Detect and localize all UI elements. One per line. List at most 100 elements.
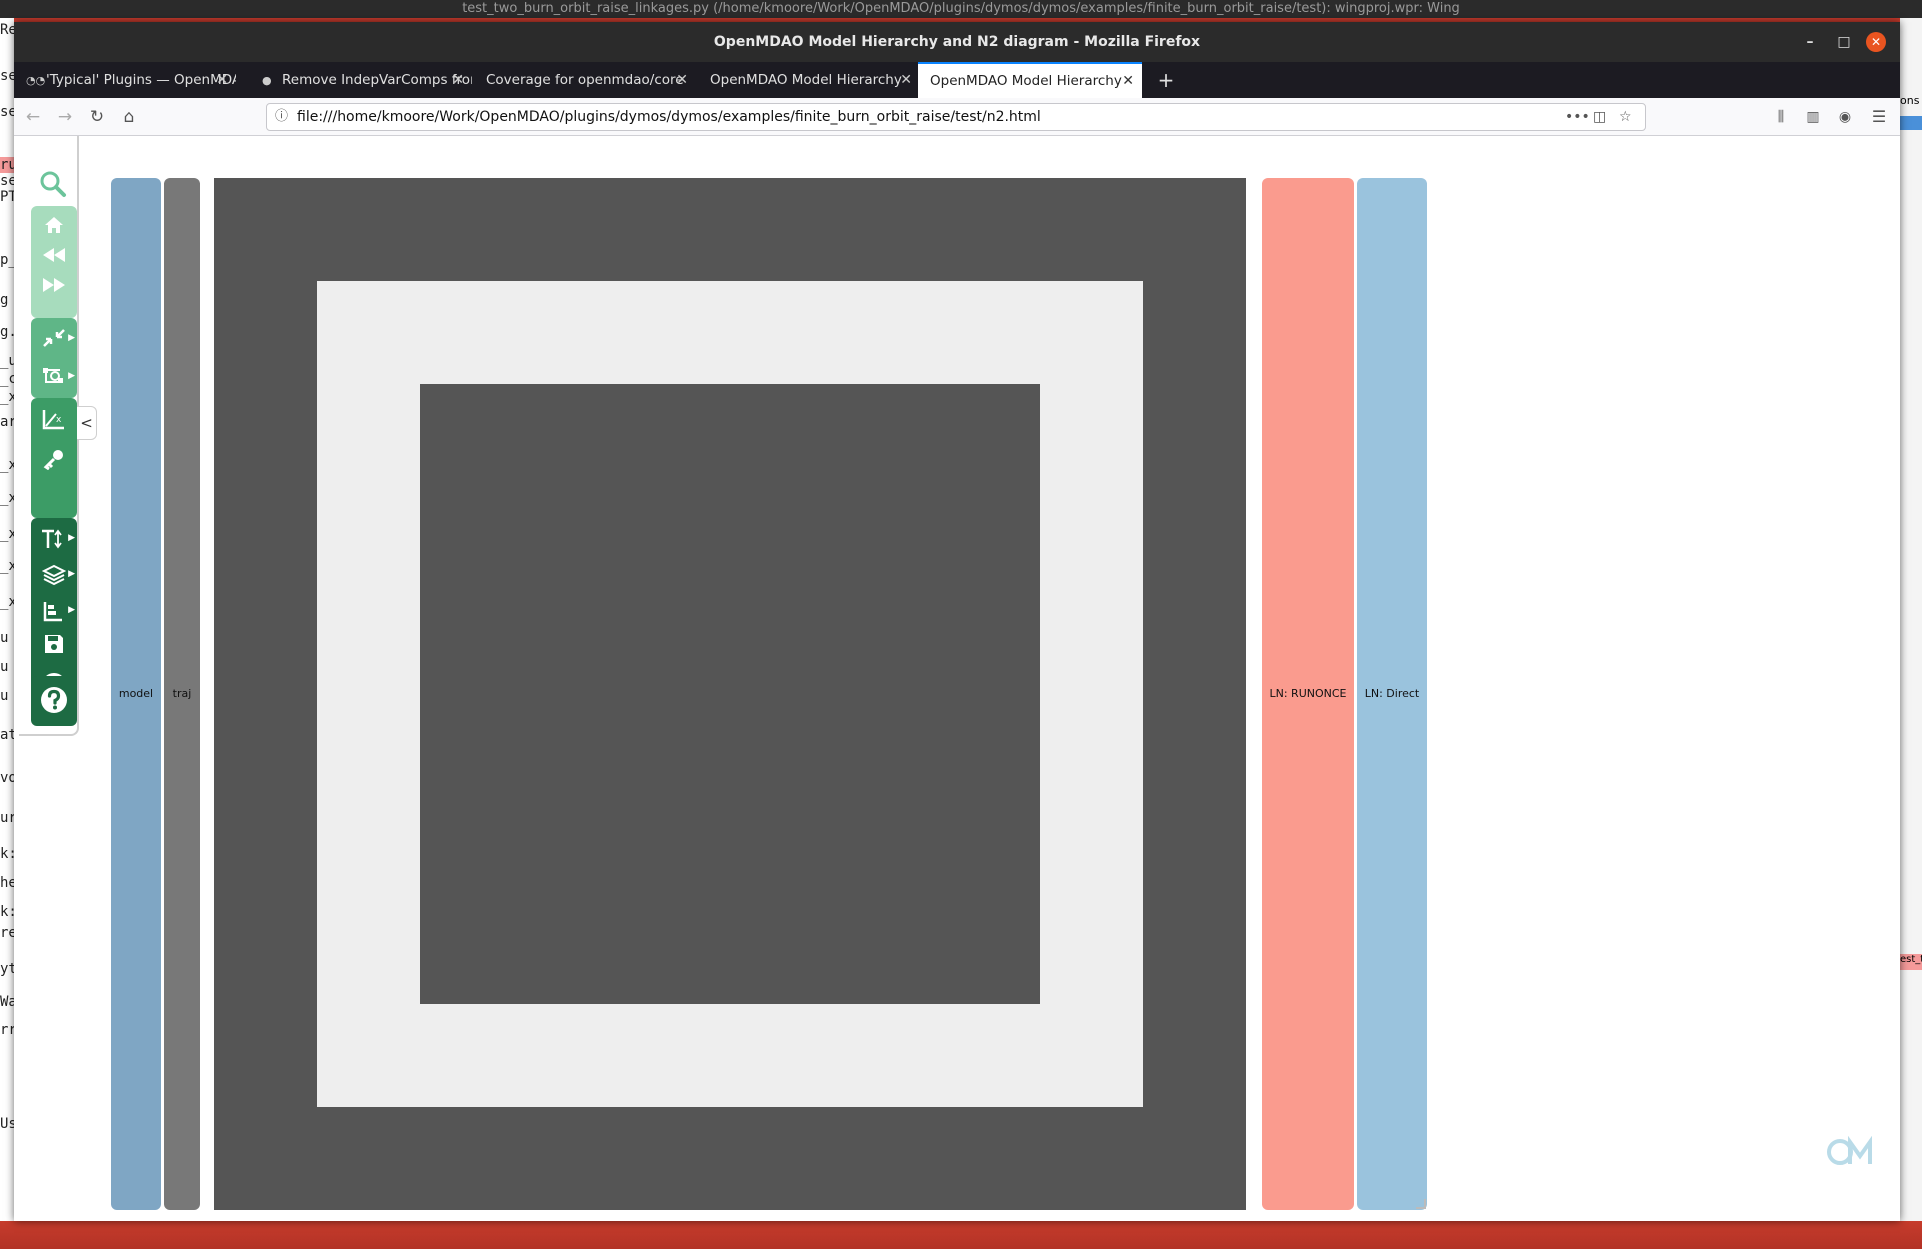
- connections-icon[interactable]: ▶: [31, 366, 77, 391]
- tab-label: OpenMDAO Model Hierarchy: [930, 73, 1122, 89]
- hamburger-menu-icon[interactable]: ☰: [1864, 98, 1894, 136]
- ide-code-fragment: PT: [0, 189, 14, 205]
- help-group: [31, 676, 77, 726]
- ide-editor-fragment: ReseserusePTp_gg._u_c_xar_x_x_x_x_xuuuat…: [0, 18, 14, 1249]
- ide-code-fragment: _x: [0, 489, 14, 506]
- n2-matrix-diagonal[interactable]: [420, 384, 1040, 1004]
- help-icon[interactable]: [31, 686, 77, 719]
- tab-close-icon[interactable]: ✕: [900, 62, 912, 98]
- layers-icon[interactable]: ▶: [31, 564, 77, 591]
- reload-icon[interactable]: ↻: [82, 98, 112, 136]
- ide-code-fragment: vo_: [0, 770, 14, 787]
- tab-model-hierarchy-1[interactable]: OpenMDAO Model Hierarchy ✕: [698, 62, 920, 98]
- tab-close-icon[interactable]: ✕: [452, 62, 464, 98]
- n2-toolbar: ▶ ▶ x ▶ ▶ ▶: [19, 136, 79, 736]
- tab-typical-plugins[interactable]: ◔◔'Typical' Plugins — OpenMDAO ✕: [14, 62, 236, 98]
- ide-code-fragment: _x: [0, 558, 14, 574]
- tab-coverage[interactable]: Coverage for openmdao/core ✕: [474, 62, 696, 98]
- tab-label: 'Typical' Plugins — OpenMDAO: [46, 72, 236, 88]
- resize-handle-icon[interactable]: [1416, 1199, 1426, 1209]
- ide-code-fragment: g.: [0, 324, 14, 340]
- toolbar-collapse-chevron-icon[interactable]: <: [77, 406, 97, 440]
- depth-icon[interactable]: ▶: [31, 600, 77, 627]
- sidebar-icon[interactable]: ▥: [1798, 98, 1828, 136]
- forward-arrow-icon[interactable]: →: [50, 98, 80, 136]
- library-icon[interactable]: ⫼: [1766, 98, 1796, 136]
- ide-code-fragment: ar: [0, 414, 14, 430]
- hierarchy-traj-label: traj: [172, 687, 192, 700]
- tab-label: Remove IndepVarComps from: [282, 72, 472, 88]
- window-titlebar: OpenMDAO Model Hierarchy and N2 diagram …: [14, 22, 1900, 62]
- ide-code-fragment: u: [0, 687, 9, 704]
- ide-code-fragment: p_: [0, 252, 14, 268]
- home-icon[interactable]: [31, 216, 77, 239]
- svg-text:x: x: [56, 415, 62, 425]
- url-bar[interactable]: ⓘ file:///home/kmoore/Work/OpenMDAO/plug…: [266, 103, 1646, 131]
- search-icon[interactable]: [37, 168, 69, 200]
- ide-code-fragment: Wa: [0, 993, 14, 1010]
- solver-ln-runonce[interactable]: LN: RUNONCE: [1262, 178, 1354, 1210]
- site-info-icon[interactable]: ⓘ: [275, 104, 288, 130]
- right-fragment-highlight: [1900, 116, 1922, 130]
- pocket-icon[interactable]: ◫: [1593, 104, 1606, 130]
- maximize-button[interactable]: □: [1829, 22, 1859, 62]
- ide-code-fragment: re: [0, 925, 14, 942]
- bookmark-star-icon[interactable]: ☆: [1619, 104, 1632, 130]
- solver-ln-direct[interactable]: LN: Direct: [1357, 178, 1427, 1210]
- ide-code-fragment: ru: [0, 156, 14, 173]
- ide-right-fragment: ons est_t: [1900, 18, 1922, 1249]
- github-favicon-icon: ●: [262, 74, 272, 87]
- hierarchy-traj[interactable]: traj: [164, 178, 200, 1210]
- tab-bar: ◔◔'Typical' Plugins — OpenMDAO ✕ ● Remove …: [14, 62, 1900, 98]
- tab-model-hierarchy-active[interactable]: OpenMDAO Model Hierarchy ✕: [918, 62, 1142, 98]
- close-window-button[interactable]: ✕: [1866, 32, 1886, 52]
- forward-icon[interactable]: [31, 276, 77, 297]
- window-title: OpenMDAO Model Hierarchy and N2 diagram …: [713, 34, 1201, 50]
- desktop-taskbar: [0, 1221, 1922, 1249]
- ide-title: test_two_burn_orbit_raise_linkages.py (/…: [462, 1, 1460, 16]
- page-actions-icon[interactable]: •••: [1565, 104, 1590, 130]
- ide-code-fragment: _x: [0, 525, 14, 542]
- url-text[interactable]: file:///home/kmoore/Work/OpenMDAO/plugin…: [297, 104, 1041, 130]
- back-icon[interactable]: [31, 246, 77, 267]
- ide-code-fragment: k:: [0, 903, 14, 920]
- ide-code-fragment: g: [0, 291, 9, 308]
- tab-close-icon[interactable]: ✕: [676, 62, 688, 98]
- ide-code-fragment: ats: [0, 727, 14, 744]
- ide-code-fragment: u: [0, 658, 9, 675]
- tab-close-icon[interactable]: ✕: [216, 62, 228, 98]
- firefox-window: OpenMDAO Model Hierarchy and N2 diagram …: [14, 22, 1900, 1221]
- right-fragment-text-2: est_t: [1900, 954, 1922, 970]
- n2-page: ▶ ▶ x ▶ ▶ ▶ < model traj LN: RUNONCE LN:…: [14, 136, 1900, 1221]
- ide-code-fragment: Use: [0, 1116, 14, 1132]
- collapse-icon[interactable]: ▶: [31, 328, 77, 353]
- navigation-bar: ← → ↻ ⌂ ⓘ file:///home/kmoore/Work/OpenM…: [14, 98, 1900, 136]
- back-arrow-icon[interactable]: ←: [18, 98, 48, 136]
- openmdao-favicon-icon: ◔◔: [26, 74, 46, 87]
- tab-close-icon[interactable]: ✕: [1122, 64, 1134, 98]
- collapse-group: ▶ ▶: [31, 318, 77, 398]
- ide-code-fragment: Re: [0, 21, 14, 38]
- account-icon[interactable]: ◉: [1830, 98, 1860, 136]
- text-size-icon[interactable]: ▶: [31, 528, 77, 555]
- ide-titlebar: test_two_burn_orbit_raise_linkages.py (/…: [0, 0, 1922, 18]
- tab-remove-indepvarcomps[interactable]: ● Remove IndepVarComps from ✕: [250, 62, 472, 98]
- ide-code-fragment: _x: [0, 388, 14, 405]
- hierarchy-model-label: model: [118, 687, 154, 700]
- ide-code-fragment: _u: [0, 352, 14, 369]
- ide-code-fragment: he: [0, 874, 14, 891]
- new-tab-button[interactable]: +: [1154, 62, 1178, 98]
- ide-code-fragment: se: [0, 172, 14, 189]
- right-fragment-text: ons: [1900, 94, 1920, 107]
- minimize-button[interactable]: –: [1795, 22, 1825, 62]
- save-icon[interactable]: [31, 634, 77, 659]
- tab-label: OpenMDAO Model Hierarchy: [710, 72, 902, 88]
- ide-code-fragment: yt: [0, 961, 14, 978]
- hierarchy-model[interactable]: model: [111, 178, 161, 1210]
- ide-code-fragment: rr: [0, 1022, 14, 1039]
- ide-code-fragment: k:: [0, 846, 14, 862]
- key-icon[interactable]: [31, 448, 77, 475]
- tab-label: Coverage for openmdao/core: [486, 72, 684, 88]
- home-page-icon[interactable]: ⌂: [114, 98, 144, 136]
- solver-plot-icon[interactable]: x: [31, 408, 77, 435]
